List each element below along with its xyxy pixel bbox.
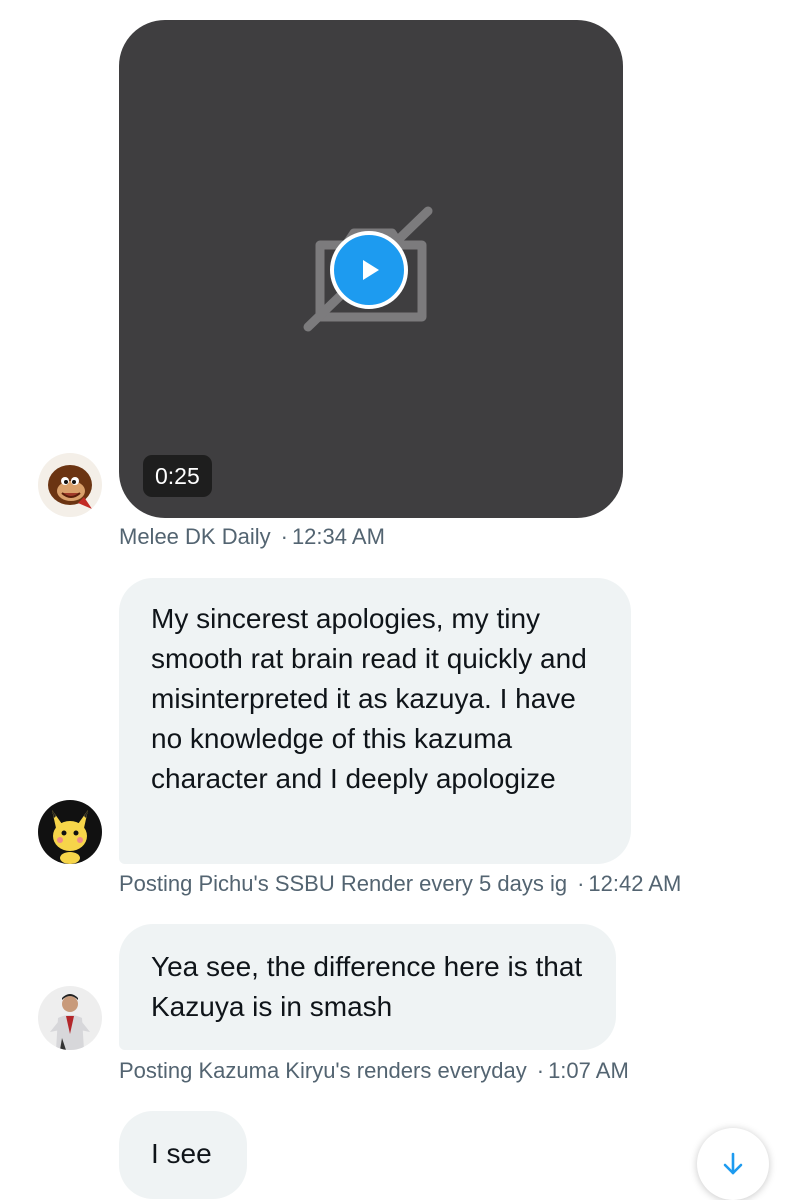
avatar-pichu[interactable] bbox=[38, 800, 102, 864]
avatar-kazuma-kiryu[interactable] bbox=[38, 986, 102, 1050]
message-bubble[interactable]: I see bbox=[119, 1111, 247, 1199]
separator-dot: · bbox=[577, 871, 585, 896]
message-time: 12:42 AM bbox=[588, 871, 682, 896]
message-text: My sincerest apologies, my tiny smooth r… bbox=[151, 603, 587, 794]
play-button[interactable] bbox=[330, 231, 408, 309]
sender-name: Melee DK Daily bbox=[119, 524, 271, 549]
message-text: Yea see, the difference here is that Kaz… bbox=[151, 951, 583, 1022]
video-duration: 0:25 bbox=[143, 455, 212, 497]
play-icon bbox=[363, 260, 379, 280]
separator-dot: · bbox=[280, 524, 288, 549]
sender-name: Posting Pichu's SSBU Render every 5 days… bbox=[119, 871, 568, 896]
arrow-down-icon bbox=[723, 1152, 743, 1175]
sender-name: Posting Kazuma Kiryu's renders everyday bbox=[119, 1058, 527, 1083]
avatar-melee-dk-daily[interactable] bbox=[38, 453, 102, 517]
message-meta: Posting Pichu's SSBU Render every 5 days… bbox=[119, 870, 681, 898]
pichu-avatar-image bbox=[52, 810, 88, 864]
separator-dot: · bbox=[536, 1058, 545, 1083]
message-time: 1:07 AM bbox=[548, 1058, 629, 1083]
kiryu-avatar-image bbox=[50, 994, 90, 1050]
message-bubble[interactable]: Yea see, the difference here is that Kaz… bbox=[119, 924, 616, 1050]
video-meta: Melee DK Daily · 12:34 AM bbox=[119, 523, 385, 551]
donkey-kong-avatar-image bbox=[48, 465, 92, 509]
message-meta: Posting Kazuma Kiryu's renders everyday ·… bbox=[119, 1057, 629, 1085]
scroll-to-bottom-button[interactable] bbox=[697, 1128, 769, 1200]
message-time: 12:34 AM bbox=[291, 524, 385, 549]
message-text: I see bbox=[151, 1138, 212, 1169]
message-bubble[interactable]: My sincerest apologies, my tiny smooth r… bbox=[119, 578, 631, 864]
